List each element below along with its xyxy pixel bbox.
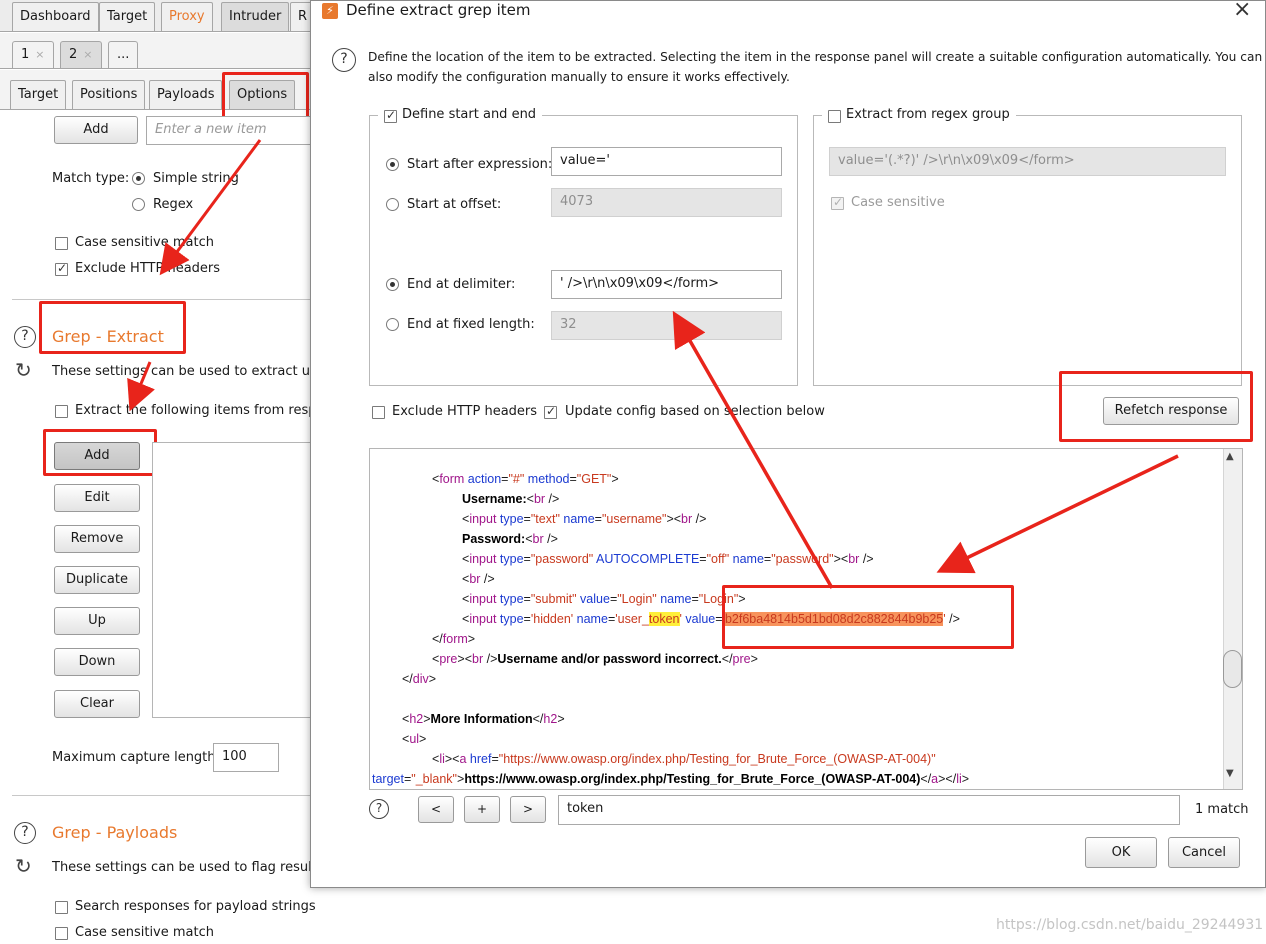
annotation-arrows bbox=[127, 139, 1179, 589]
arrow-4 bbox=[936, 454, 1179, 574]
arrow-1 bbox=[159, 139, 262, 276]
arrow-2 bbox=[127, 361, 155, 412]
watermark: https://blog.csdn.net/baidu_29244931 bbox=[996, 917, 1264, 933]
arrow-3 bbox=[672, 310, 834, 589]
